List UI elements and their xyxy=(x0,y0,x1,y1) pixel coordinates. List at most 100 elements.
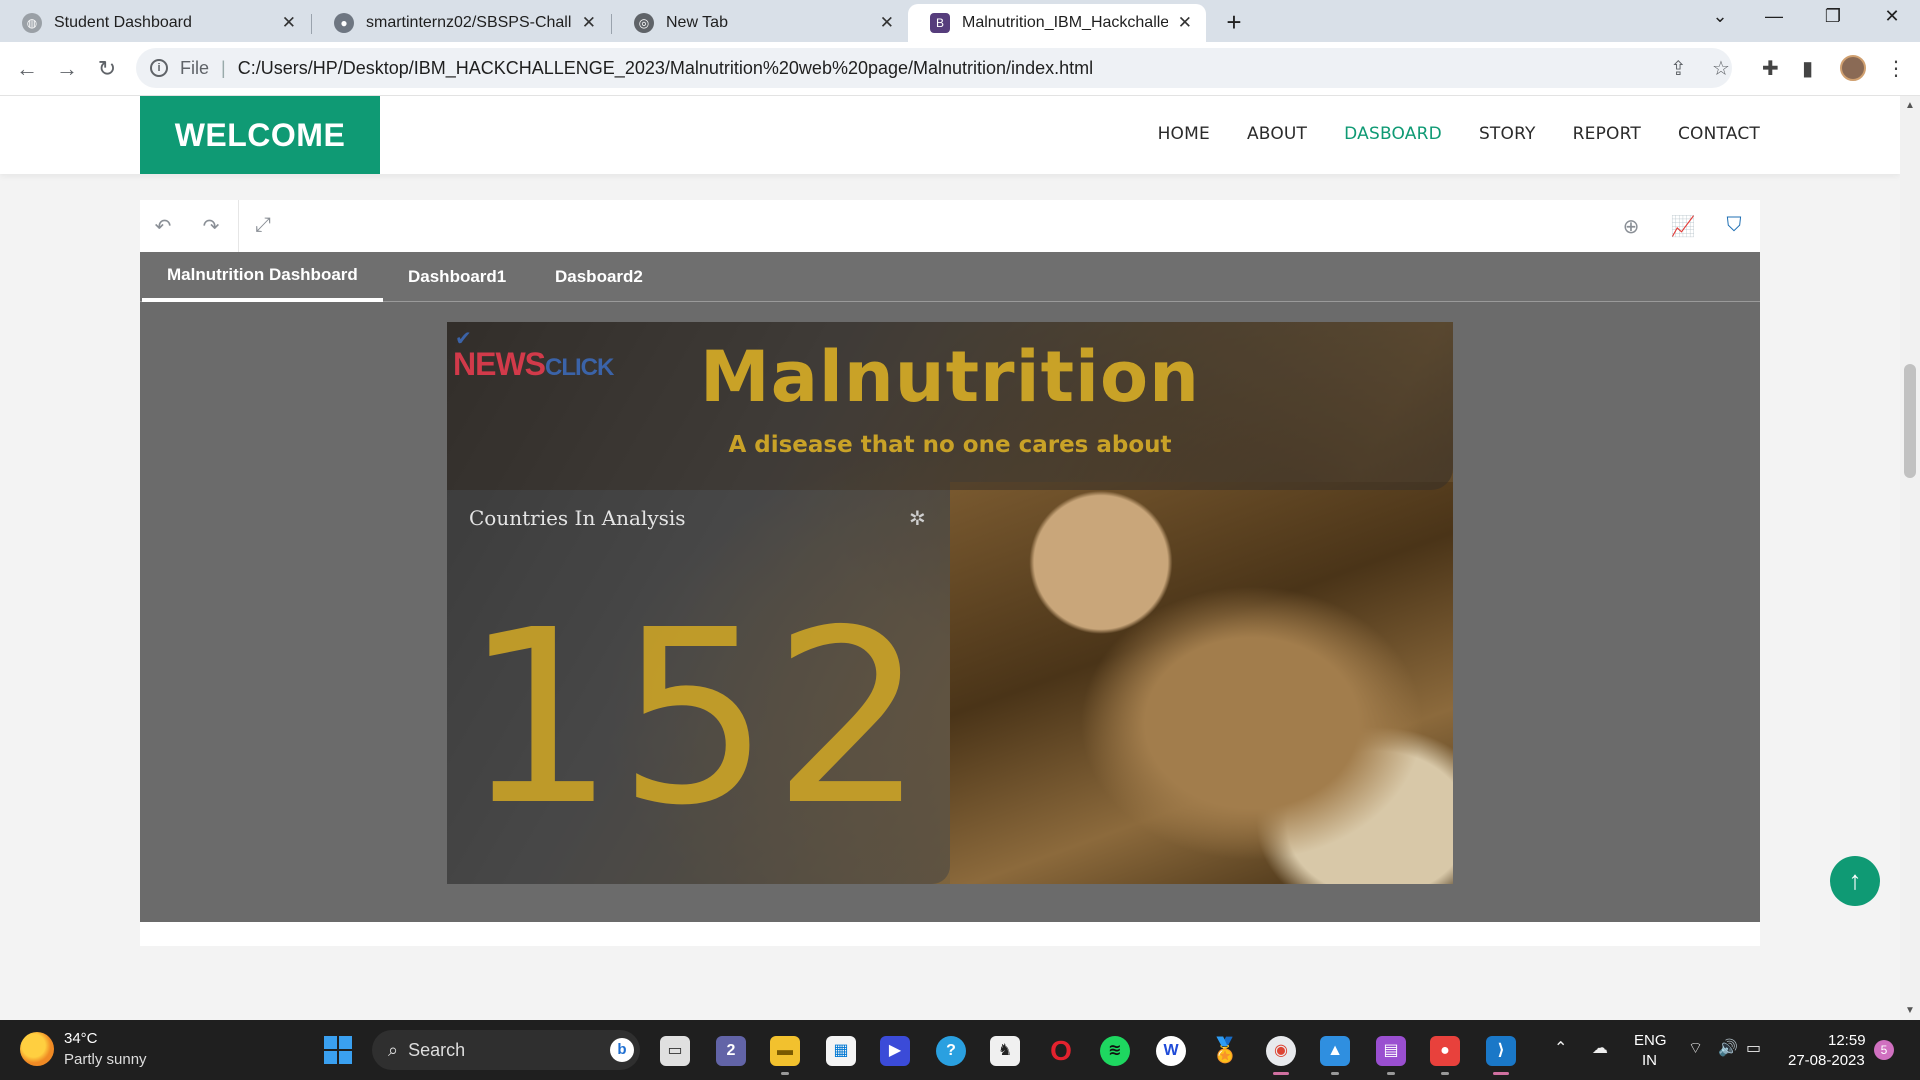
site-info-icon[interactable]: i xyxy=(150,59,168,77)
browser-tab[interactable]: ● smartinternz02/SBSPS-Challenge ✕ xyxy=(312,4,610,42)
profile-avatar[interactable] xyxy=(1840,55,1866,81)
share-icon[interactable]: ⇪ xyxy=(1670,56,1687,81)
region-indicator[interactable]: IN xyxy=(1642,1052,1657,1069)
forward-icon[interactable]: → xyxy=(52,54,82,84)
notification-badge[interactable]: 5 xyxy=(1874,1040,1894,1060)
close-tab-icon[interactable]: ✕ xyxy=(880,13,894,33)
active-indicator xyxy=(1273,1072,1289,1075)
windows-start-icon[interactable] xyxy=(324,1036,352,1064)
teams-chat-icon[interactable]: 2 xyxy=(716,1036,746,1066)
close-tab-icon[interactable]: ✕ xyxy=(582,13,596,33)
extensions-icon[interactable]: ✚ xyxy=(1762,56,1779,81)
scroll-down-arrow-icon[interactable]: ▼ xyxy=(1900,1005,1920,1016)
power-automate-icon[interactable]: ▶ xyxy=(880,1036,910,1066)
photos-icon[interactable]: ▲ xyxy=(1320,1036,1350,1066)
clock-time[interactable]: 12:59 xyxy=(1828,1032,1866,1049)
nav-report[interactable]: REPORT xyxy=(1573,124,1641,144)
kpi-label: Countries In Analysis xyxy=(469,506,686,530)
url-scheme: File xyxy=(180,57,210,78)
bookmark-star-icon[interactable]: ☆ xyxy=(1712,56,1730,81)
background-photo xyxy=(950,482,1453,884)
file-explorer-icon[interactable]: ▬ xyxy=(770,1036,800,1066)
new-tab-button[interactable]: + xyxy=(1218,6,1250,38)
wifi-icon[interactable]: ⌔ xyxy=(1688,1038,1703,1058)
volume-icon[interactable]: 🔊 xyxy=(1718,1038,1738,1058)
search-icon: ⌕ xyxy=(388,1039,399,1060)
windows-taskbar: 34°C Partly sunny ⌕ Search b ▭ 2 ▬ ▦ ▶ ?… xyxy=(0,1020,1920,1080)
url-text[interactable]: C:/Users/HP/Desktop/IBM_HACKCHALLENGE_20… xyxy=(238,58,1093,79)
chrome-taskbar-icon[interactable]: ◉ xyxy=(1266,1036,1296,1066)
nav-dashboard[interactable]: DASBOARD xyxy=(1344,124,1442,144)
help-icon[interactable]: ? xyxy=(936,1036,966,1066)
browser-tab-active[interactable]: B Malnutrition_IBM_Hackchallenge ✕ xyxy=(908,4,1206,42)
close-window-icon[interactable]: ✕ xyxy=(1872,6,1912,27)
analytics-chart-icon[interactable]: 📈 xyxy=(1670,214,1696,239)
browser-tab[interactable]: ◍ Student Dashboard ✕ xyxy=(0,4,310,42)
opera-icon[interactable]: O xyxy=(1046,1036,1076,1066)
scroll-to-top-button[interactable]: ↑ xyxy=(1830,856,1880,906)
site-header: WELCOME HOME ABOUT DASBOARD STORY REPORT… xyxy=(0,96,1900,174)
taskbar-search[interactable]: ⌕ Search b xyxy=(372,1030,640,1070)
restore-icon[interactable]: ❐ xyxy=(1813,6,1853,27)
close-tab-icon[interactable]: ✕ xyxy=(282,13,296,33)
tab-dasboard2[interactable]: Dasboard2 xyxy=(530,252,668,302)
tableau-toolbar: ↶ ↷ ⤢ ⊕ 📈 ⛉ xyxy=(140,200,1760,252)
gear-icon[interactable]: ✲ xyxy=(909,506,926,531)
onedrive-cloud-icon[interactable]: ☁ xyxy=(1592,1038,1608,1058)
undo-icon[interactable]: ↶ xyxy=(150,214,176,239)
weather-description[interactable]: Partly sunny xyxy=(64,1051,147,1068)
clock-date[interactable]: 27-08-2023 xyxy=(1788,1052,1865,1069)
vscode-icon[interactable]: ⟩ xyxy=(1486,1036,1516,1066)
medal-icon[interactable]: 🏅 xyxy=(1210,1036,1240,1066)
search-label: Search xyxy=(408,1039,466,1060)
screen-recorder-icon[interactable]: ● xyxy=(1430,1036,1460,1066)
running-indicator xyxy=(1441,1072,1449,1075)
language-indicator[interactable]: ENG xyxy=(1634,1032,1667,1049)
toolbar-divider xyxy=(238,200,239,252)
zoom-icon[interactable]: ⊕ xyxy=(1618,214,1644,239)
active-indicator xyxy=(1493,1072,1509,1075)
nav-home[interactable]: HOME xyxy=(1158,124,1210,144)
dinosaur-app-icon[interactable]: ♞ xyxy=(990,1036,1020,1066)
minimize-icon[interactable]: — xyxy=(1754,6,1794,27)
address-bar[interactable]: i File | C:/Users/HP/Desktop/IBM_HACKCHA… xyxy=(136,48,1732,88)
github-icon: ● xyxy=(334,13,354,33)
tab-search-chevron-icon[interactable]: ⌄ xyxy=(1700,6,1740,27)
fullscreen-icon[interactable]: ⤢ xyxy=(250,214,276,237)
redo-icon[interactable]: ↷ xyxy=(198,214,224,239)
weather-sun-icon[interactable] xyxy=(20,1032,54,1066)
page-scrollbar[interactable]: ▲ ▼ xyxy=(1900,96,1920,1020)
tab-title: New Tab xyxy=(666,14,728,31)
browser-menu-icon[interactable]: ⋮ xyxy=(1886,56,1906,81)
scrollbar-thumb[interactable] xyxy=(1904,364,1916,478)
tab-dashboard1[interactable]: Dashboard1 xyxy=(383,252,531,302)
reload-icon[interactable]: ↻ xyxy=(92,54,122,84)
browser-toolbar: ← → ↻ i File | C:/Users/HP/Desktop/IBM_H… xyxy=(0,42,1920,96)
back-icon[interactable]: ← xyxy=(12,54,42,84)
scroll-up-arrow-icon[interactable]: ▲ xyxy=(1900,100,1920,111)
filter-icon[interactable]: ⛉ xyxy=(1721,214,1747,237)
tab-malnutrition-dashboard[interactable]: Malnutrition Dashboard xyxy=(142,252,383,302)
kpi-card[interactable]: Countries In Analysis ✲ 152 xyxy=(447,490,950,884)
nav-story[interactable]: STORY xyxy=(1479,124,1536,144)
dashboard-title: Malnutrition xyxy=(700,336,1200,418)
task-view-icon[interactable]: ▭ xyxy=(660,1036,690,1066)
side-panel-icon[interactable]: ▮ xyxy=(1802,56,1813,81)
nav-contact[interactable]: CONTACT xyxy=(1678,124,1760,144)
browser-tab[interactable]: ◎ New Tab ✕ xyxy=(612,4,908,42)
weather-temperature[interactable]: 34°C xyxy=(64,1030,98,1047)
url-divider: | xyxy=(221,57,226,78)
clipchamp-icon[interactable]: ▤ xyxy=(1376,1036,1406,1066)
nav-about[interactable]: ABOUT xyxy=(1247,124,1307,144)
globe-icon: ◍ xyxy=(22,13,42,33)
spotify-icon[interactable]: ≋ xyxy=(1100,1036,1130,1066)
running-indicator xyxy=(1331,1072,1339,1075)
bing-icon[interactable]: b xyxy=(610,1038,634,1062)
site-logo[interactable]: WELCOME xyxy=(140,96,380,174)
page-viewport: WELCOME HOME ABOUT DASBOARD STORY REPORT… xyxy=(0,96,1900,1020)
tray-overflow-chevron-icon[interactable]: ⌃ xyxy=(1554,1038,1567,1058)
app-w-icon[interactable]: W xyxy=(1156,1036,1186,1066)
close-tab-icon[interactable]: ✕ xyxy=(1178,13,1192,33)
microsoft-store-icon[interactable]: ▦ xyxy=(826,1036,856,1066)
battery-icon[interactable]: ▭ xyxy=(1746,1038,1761,1058)
